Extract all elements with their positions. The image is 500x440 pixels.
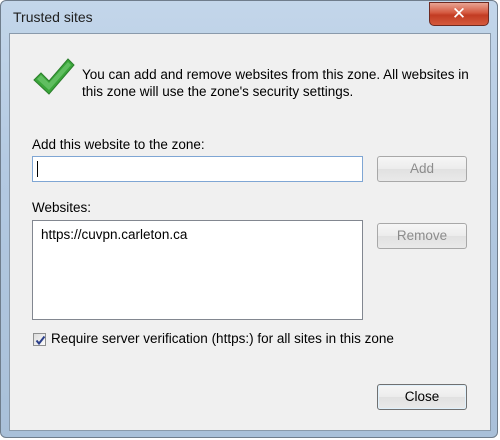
websites-listbox[interactable]: https://cuvpn.carleton.ca — [32, 220, 363, 320]
text-caret — [37, 161, 38, 177]
list-item[interactable]: https://cuvpn.carleton.ca — [41, 227, 187, 242]
intro-text: You can add and remove websites from thi… — [82, 67, 469, 99]
add-site-label: Add this website to the zone: — [32, 137, 205, 152]
close-icon: ✕ — [451, 4, 467, 23]
trusted-sites-dialog: Trusted sites ✕ You can add and remove w… — [0, 0, 498, 438]
close-button[interactable]: Close — [377, 384, 467, 410]
websites-label: Websites: — [32, 200, 92, 215]
remove-button[interactable]: Remove — [377, 223, 467, 249]
add-button[interactable]: Add — [377, 156, 467, 182]
title-bar[interactable]: Trusted sites ✕ — [1, 1, 497, 33]
window-title: Trusted sites — [13, 9, 93, 25]
require-verification-label[interactable]: Require server verification (https:) for… — [51, 331, 394, 346]
checkmark-icon — [35, 335, 46, 346]
window-close-button[interactable]: ✕ — [429, 2, 489, 26]
website-url-input[interactable] — [32, 156, 363, 182]
dialog-body: You can add and remove websites from thi… — [9, 33, 491, 431]
green-checkmark-icon — [33, 58, 75, 95]
require-verification-checkbox[interactable] — [33, 333, 46, 346]
